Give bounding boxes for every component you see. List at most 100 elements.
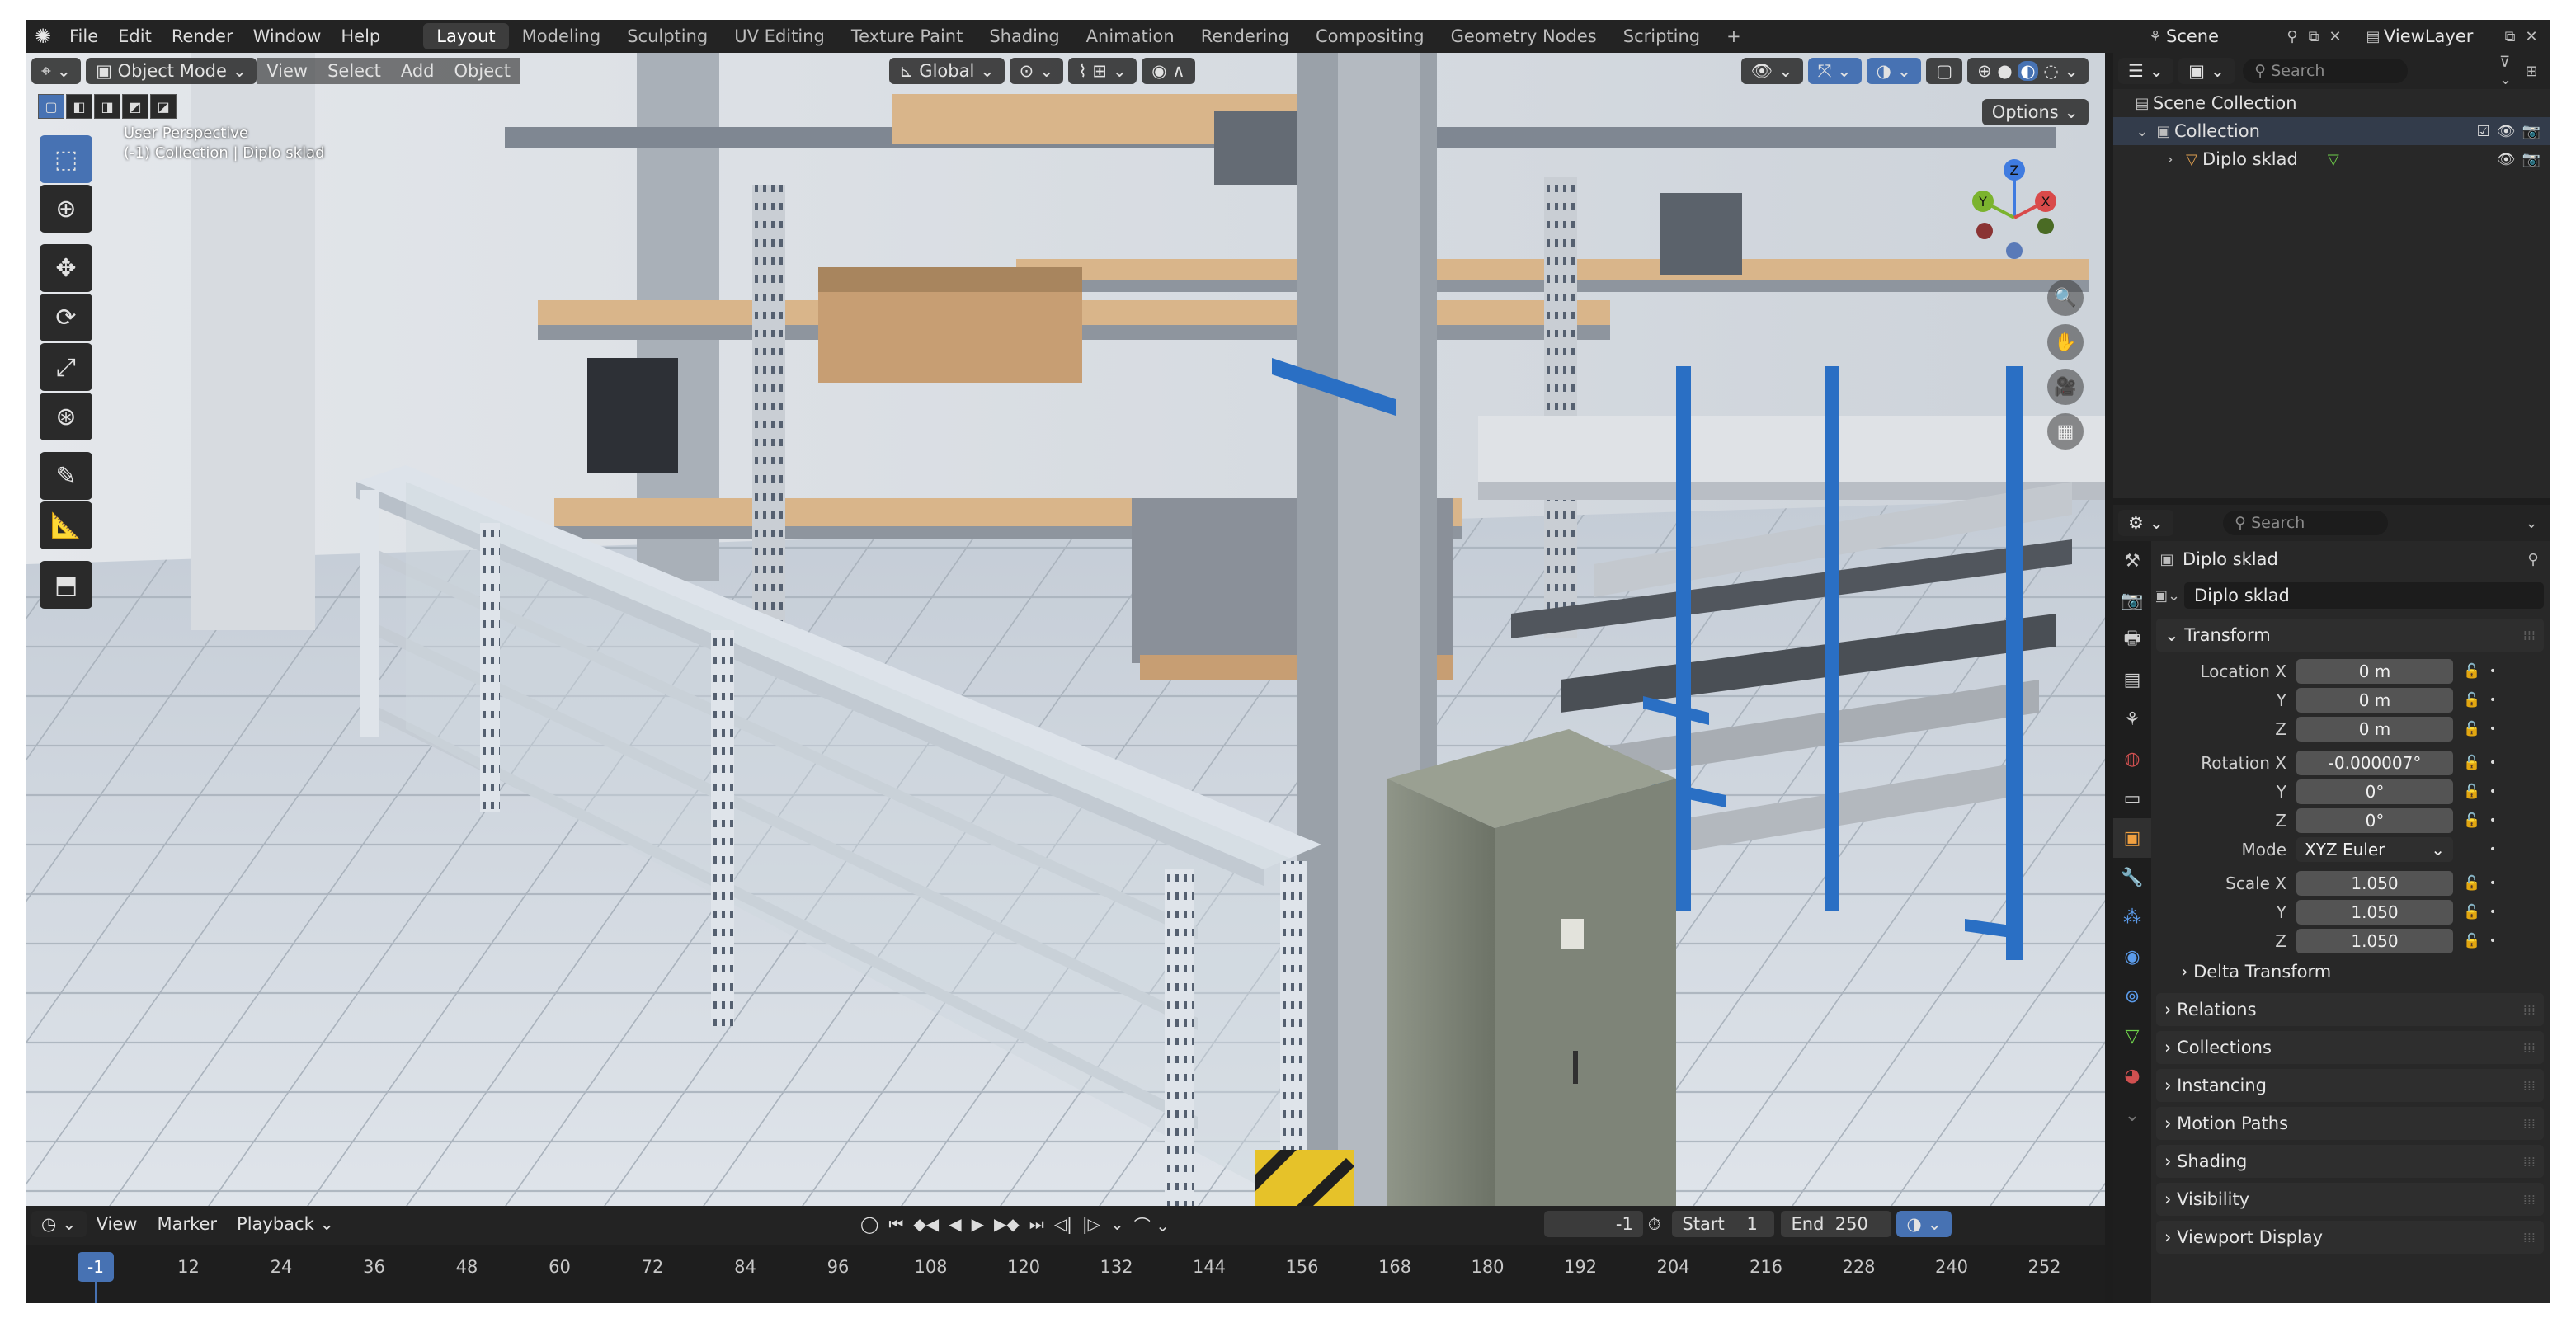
collection-tab-icon[interactable]: ▭ [2113,779,2151,818]
rotation-x-field[interactable]: -0.000007° [2296,750,2453,775]
play-reverse-icon[interactable]: ◀ [944,1214,966,1234]
object-tab-icon[interactable]: ▣ [2113,818,2151,858]
auto-keying-icon[interactable]: ⌒ ⌄ [1129,1212,1175,1236]
shading-mode-buttons[interactable]: ⊕ ● ◐ ◌ ⌄ [1967,58,2089,84]
zoom-icon[interactable]: 🔍 [2047,280,2084,316]
tab-sculpting[interactable]: Sculpting [614,23,721,49]
lock-icon[interactable]: 🔓 [2460,721,2484,737]
jump-end-icon[interactable]: ⏭ [1024,1214,1049,1234]
drag-grip-icon[interactable]: ⁞⁞⁞ [2523,1154,2536,1170]
perspective-grid-icon[interactable]: ▦ [2047,413,2084,450]
scale-tool-icon[interactable]: ⤢ [40,343,92,391]
tab-modeling[interactable]: Modeling [509,23,615,49]
next-keyframe-icon[interactable]: ▶◆ [989,1214,1024,1234]
object-render-camera-icon[interactable]: 📷 [2522,151,2541,168]
scale-x-field[interactable]: 1.050 [2296,870,2453,896]
menu-edit[interactable]: Edit [108,20,162,53]
pin-icon[interactable]: ⚲ [2282,26,2303,47]
collections-panel-header[interactable]: › Collections ⁞⁞⁞ [2156,1031,2544,1064]
delete-scene-icon[interactable]: ✕ [2324,26,2346,47]
object-datablock-icon[interactable]: ▣⌄ [2156,585,2180,606]
keying-dropdown-icon[interactable]: ⌄ [1105,1214,1129,1234]
rotate-tool-icon[interactable]: ⟳ [40,294,92,341]
drag-grip-icon[interactable]: ⁞⁞⁞ [2523,1040,2536,1056]
shading-panel-header[interactable]: › Shading ⁞⁞⁞ [2156,1145,2544,1178]
relations-panel-header[interactable]: › Relations ⁞⁞⁞ [2156,993,2544,1026]
menu-file[interactable]: File [59,20,108,53]
camera-view-icon[interactable]: 🎥 [2047,369,2084,405]
new-scene-icon[interactable]: ⧉ [2303,26,2324,47]
filter-icon[interactable]: ⊽ ⌄ [2499,54,2521,88]
select-intersect-icon[interactable]: ◪ [150,94,177,119]
navigation-gizmo[interactable]: Z Y X [1957,152,2072,267]
tab-texture-paint[interactable]: Texture Paint [838,23,977,49]
scene-selector[interactable]: ⚘ Scene ⚲ ⧉ ✕ [2136,24,2354,49]
timeline-editor-type-button[interactable]: ◷ ⌄ [31,1211,87,1237]
3d-viewport[interactable]: ⌖ ⌄ ▣ Object Mode ⌄ View Select Add Obje… [26,53,2105,1206]
keyframe-dot-icon[interactable]: • [2484,843,2501,856]
menu-object[interactable]: Object [444,58,520,84]
drag-grip-icon[interactable]: ⁞⁞⁞ [2523,1192,2536,1208]
object-visibility-eye-icon[interactable]: 👁 [2497,151,2516,168]
outliner-search-input[interactable]: ⚲ Search [2243,59,2409,83]
transform-orientation-dropdown[interactable]: ⊾ Global ⌄ [889,58,1005,84]
drag-grip-icon[interactable]: ⁞⁞⁞ [2523,1002,2536,1018]
output-tab-icon[interactable]: 🖶 [2113,620,2151,660]
pan-hand-icon[interactable]: ✋ [2047,324,2084,360]
render-camera-icon[interactable]: 📷 [2522,123,2541,140]
rotation-z-field[interactable]: 0° [2296,807,2453,833]
tab-geometry-nodes[interactable]: Geometry Nodes [1438,23,1610,49]
rotation-y-field[interactable]: 0° [2296,779,2453,804]
add-cube-tool-icon[interactable]: ⬒ [40,561,92,609]
snap-toggle[interactable]: ⌇ ⊞ ⌄ [1068,58,1137,84]
stopwatch-icon[interactable]: ⏱ [1643,1214,1666,1234]
material-tab-icon[interactable]: ◕ [2113,1056,2151,1095]
keyframe-dot-icon[interactable]: • [2484,756,2501,770]
lock-icon[interactable]: 🔓 [2460,663,2484,680]
tab-uv-editing[interactable]: UV Editing [721,23,838,49]
properties-search-input[interactable]: ⚲ Search [2223,511,2389,535]
play-icon[interactable]: ▶ [967,1214,989,1234]
end-frame-field[interactable]: End 250 [1781,1211,1892,1237]
drag-grip-icon[interactable]: ⁞⁞⁞ [2523,628,2536,643]
lock-icon[interactable]: 🔓 [2460,933,2484,949]
prev-frame-icon[interactable]: ◁| [1049,1214,1077,1234]
tool-tab-icon[interactable]: ⚒ [2113,541,2151,581]
tab-compositing[interactable]: Compositing [1302,23,1438,49]
prev-keyframe-icon[interactable]: ◆◀ [908,1214,944,1234]
exclude-checkbox-icon[interactable]: ☑ [2477,123,2490,140]
properties-editor-type-button[interactable]: ⚙ ⌄ [2118,510,2174,536]
move-tool-icon[interactable]: ✥ [40,244,92,292]
physics-tab-icon[interactable]: ◉ [2113,937,2151,977]
select-box-tool-icon[interactable]: ⬚ [40,135,92,183]
scale-y-field[interactable]: 1.050 [2296,899,2453,925]
menu-render[interactable]: Render [162,20,243,53]
keyframe-dot-icon[interactable]: • [2484,935,2501,948]
transform-tool-icon[interactable]: ⊛ [40,393,92,440]
pin-properties-icon[interactable]: ⚲ [2522,549,2544,570]
viewport-display-panel-header[interactable]: › Viewport Display ⁞⁞⁞ [2156,1221,2544,1254]
mesh-data-icon[interactable]: ▽ [2323,148,2344,170]
object-name-field[interactable]: Diplo sklad [2184,582,2544,609]
keyframe-dot-icon[interactable]: • [2484,814,2501,827]
tab-shading[interactable]: Shading [976,23,1072,49]
timeline-view-toggle[interactable]: ◑ ⌄ [1896,1211,1952,1237]
keyframe-dot-icon[interactable]: • [2484,906,2501,919]
current-frame-field[interactable]: -1 [1543,1211,1643,1237]
add-workspace-button[interactable]: + [1713,23,1754,49]
scene-tab-icon[interactable]: ⚘ [2113,699,2151,739]
lock-icon[interactable]: 🔓 [2460,784,2484,800]
tab-animation[interactable]: Animation [1073,23,1188,49]
location-z-field[interactable]: 0 m [2296,716,2453,742]
options-dropdown[interactable]: Options ⌄ [1981,99,2089,125]
record-icon[interactable]: ◯ [855,1214,883,1234]
menu-add[interactable]: Add [390,58,445,84]
constraints-tab-icon[interactable]: ⊚ [2113,977,2151,1016]
timeline-menu-playback[interactable]: Playback ⌄ [227,1211,344,1237]
location-y-field[interactable]: 0 m [2296,687,2453,713]
playhead-frame[interactable]: -1 [78,1252,114,1282]
view-layer-tab-icon[interactable]: ▤ [2113,660,2151,699]
properties-options-chevron-icon[interactable]: ⌄ [2521,512,2542,534]
start-frame-field[interactable]: Start 1 [1672,1211,1775,1237]
select-subtract-icon[interactable]: ◨ [94,94,120,119]
